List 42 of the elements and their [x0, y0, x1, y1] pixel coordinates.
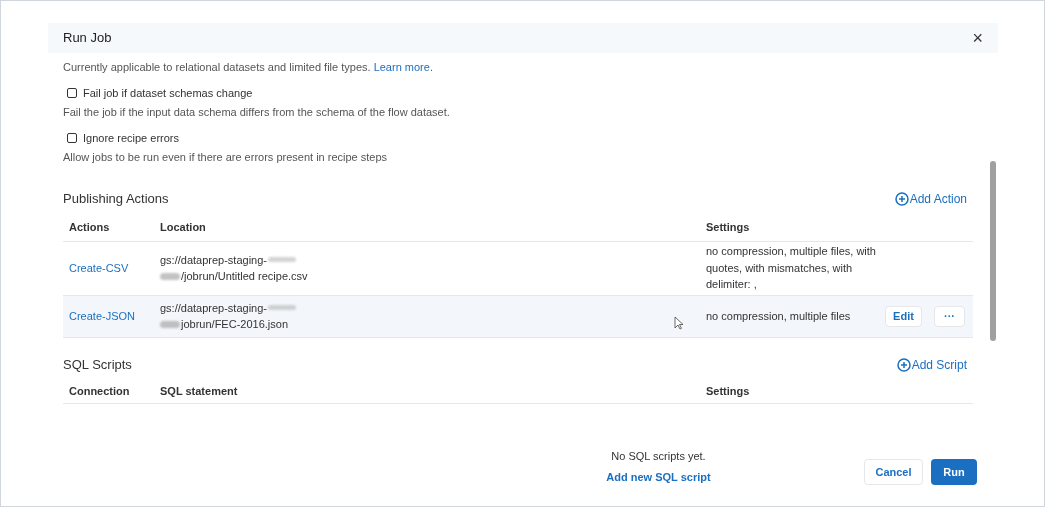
help-text: Fail the job if the input data schema differs from the schema of the flow dataset. — [63, 105, 451, 120]
location-text: gs://dataprep-staging- — [160, 300, 267, 316]
location-text: gs://dataprep-staging- — [160, 252, 267, 268]
column-header: SQL statement — [160, 385, 238, 397]
section-title: Publishing Actions — [63, 189, 169, 208]
section-title: SQL Scripts — [63, 355, 132, 374]
close-button[interactable]: × — [972, 29, 983, 47]
action-link[interactable]: Create-CSV — [69, 261, 129, 274]
learn-more-link[interactable]: Learn more. — [373, 61, 433, 73]
column-header: Settings — [706, 385, 750, 397]
edit-button[interactable]: Edit — [885, 305, 922, 327]
plus-circle-icon — [896, 357, 911, 372]
description-text: Currently applicable to relational datasets and limited file types. Learn more. — [63, 60, 434, 75]
add-action-link[interactable]: Add Action — [894, 189, 967, 208]
column-header: Location — [160, 221, 206, 234]
checkbox-label: Ignore recipe errors — [83, 130, 179, 146]
column-header: Settings — [706, 221, 750, 234]
run-button[interactable]: Run — [931, 459, 977, 485]
redaction-mark — [160, 320, 180, 328]
plus-circle-icon — [894, 191, 909, 206]
help-text: Allow jobs to be run even if there are errors present in recipe steps — [63, 150, 389, 165]
cursor-icon — [674, 316, 684, 330]
settings-text: no compression, multiple files — [706, 308, 852, 324]
add-script-link[interactable]: Add Script — [896, 355, 967, 374]
redaction-mark — [268, 305, 296, 311]
more-button[interactable]: ··· — [934, 305, 965, 327]
checkbox-label: Fail job if dataset schemas change — [83, 85, 253, 101]
location-text: jobrun/FEC-2016.json — [181, 317, 288, 332]
add-sql-script-link[interactable]: Add new SQL script — [606, 468, 711, 485]
checkbox[interactable] — [67, 87, 77, 98]
table-row[interactable]: Create-JSON gs://dataprep-staging- jobrun/FEC-2016.json no compression, multiple files Edit ··· — [63, 295, 973, 338]
redaction-mark — [160, 272, 180, 280]
empty-message: No SQL scripts yet. — [611, 449, 706, 464]
dialog-title: Run Job — [63, 29, 112, 48]
redaction-mark — [268, 257, 296, 263]
action-link[interactable]: Create-JSON — [69, 309, 136, 322]
column-header: Actions — [69, 221, 110, 234]
column-header: Connection — [69, 385, 130, 397]
checkbox[interactable] — [67, 132, 77, 143]
settings-text: no compression, multiple files, with quotes, with mismatches, with delimiter: , — [706, 244, 877, 293]
cancel-button[interactable]: Cancel — [864, 459, 923, 485]
location-text: /jobrun/Untitled recipe.csv — [181, 269, 308, 284]
